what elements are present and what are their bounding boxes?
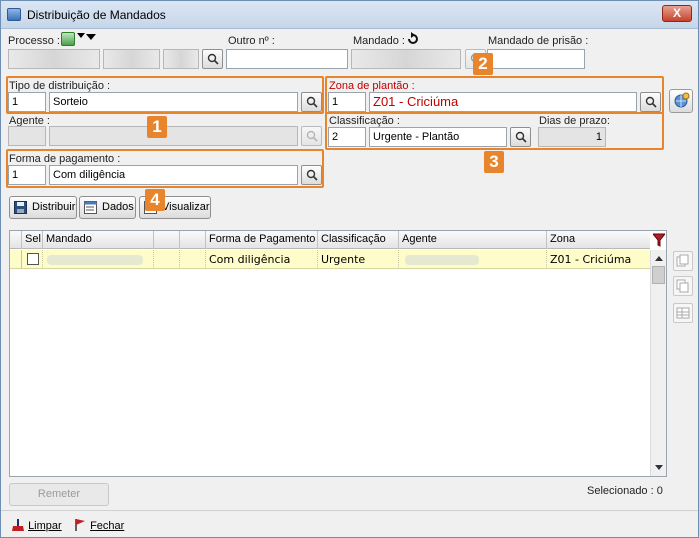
scroll-thumb[interactable] [652,266,665,284]
mandados-table: Sel Mandado Forma de Pagamento Classific… [9,230,667,477]
scroll-up-arrow-icon[interactable] [655,256,663,261]
bottom-bar: Limpar Fechar [1,510,698,538]
mandado-field[interactable] [351,49,461,69]
scroll-down-arrow-icon[interactable] [655,465,663,470]
agente-search-button [301,126,322,146]
header-blank-2[interactable] [180,231,206,249]
row-classificacao-cell: Urgente [318,250,399,269]
header-forma-pagamento[interactable]: Forma de Pagamento [206,231,318,249]
distribuicao-window: Distribuição de Mandados X Processo : Ou… [0,0,699,538]
agente-name-field [49,126,298,146]
search-icon [207,53,219,65]
remeter-label: Remeter [37,488,81,500]
mandado-prisao-field[interactable] [487,49,585,69]
dados-label: Dados [102,201,134,213]
fechar-link[interactable]: Fechar [73,518,124,532]
row-mandado-cell [43,250,154,269]
mandado-label: Mandado : [353,35,405,47]
header-blank-1[interactable] [154,231,180,249]
floppy-disk-icon [14,201,27,214]
limpar-label: Limpar [28,520,62,532]
outro-label: Outro nº : [228,35,275,47]
data-form-icon [84,201,97,214]
callout-box-3 [325,112,664,150]
table-header: Sel Mandado Forma de Pagamento Classific… [10,231,650,249]
mandado-refresh-icon[interactable] [406,32,420,46]
row-blank-cell-1 [154,250,180,269]
grid-view-icon[interactable] [673,303,693,323]
callout-number-2: 2 [473,53,493,75]
search-icon [306,130,318,142]
distribuir-label: Distribuir [32,201,76,213]
processo-field-3[interactable] [163,49,199,69]
app-icon [7,8,21,21]
callout-number-4: 4 [145,189,165,211]
selecionado-count: Selecionado : 0 [587,485,663,497]
filter-icon[interactable] [651,233,667,247]
table-row[interactable]: Com diligência Urgente Z01 - Criciúma [10,250,650,269]
copy-icon[interactable] [673,251,693,271]
title-bar: Distribuição de Mandados X [1,1,698,29]
limpar-link[interactable]: Limpar [11,518,62,532]
processo-label: Processo : [8,35,60,47]
header-agente[interactable]: Agente [399,231,547,249]
distribuir-button[interactable]: Distribuir [9,196,77,219]
visualizar-label: Visualizar [162,201,210,213]
header-mandado[interactable]: Mandado [43,231,154,249]
agente-code-field [8,126,46,146]
globe-settings-icon[interactable] [669,89,693,113]
header-sel[interactable]: Sel [22,231,43,249]
processo-field-1[interactable] [8,49,100,69]
row-indicator [10,250,22,269]
callout-box-2 [325,76,664,114]
row-select-checkbox[interactable] [27,253,39,265]
header-classificacao[interactable]: Classificação [318,231,399,249]
close-button[interactable]: X [662,5,692,22]
callout-number-1: 1 [147,116,167,138]
processo-field-2[interactable] [103,49,160,69]
row-select-cell [22,250,43,269]
row-agente-cell [399,250,547,269]
processo-search-button[interactable] [202,49,223,69]
callout-number-3: 3 [484,151,504,173]
callout-box-4 [6,149,324,188]
remeter-button[interactable]: Remeter [9,483,109,506]
processo-dropdown-arrow-icon[interactable] [77,33,85,38]
row-blank-cell-2 [180,250,206,269]
outro-numero-field[interactable] [226,49,348,69]
table-scrollbar[interactable] [650,250,666,476]
duplicate-icon[interactable] [673,276,693,296]
processo-menu-arrow-icon[interactable] [86,34,96,40]
header-zona[interactable]: Zona [547,231,650,249]
row-zona-cell: Z01 - Criciúma [550,253,632,266]
dados-button[interactable]: Dados [79,196,136,219]
mandado-prisao-label: Mandado de prisão : [488,35,589,47]
row-forma-cell: Com diligência [206,250,318,269]
callout-box-1 [6,76,324,114]
exit-flag-icon [75,519,85,531]
broom-icon [12,519,24,531]
header-indicator [10,231,22,249]
window-title: Distribuição de Mandados [27,8,166,22]
fechar-label: Fechar [90,520,125,532]
processo-type-icon[interactable] [61,32,75,46]
